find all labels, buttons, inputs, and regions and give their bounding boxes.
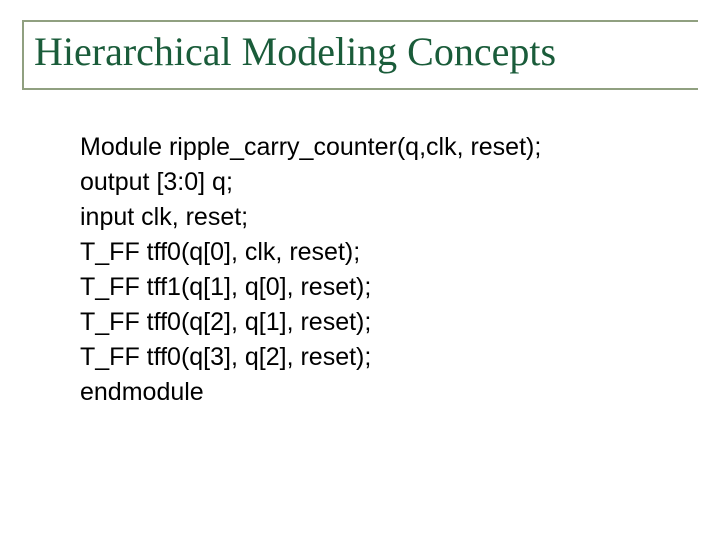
code-line: endmodule bbox=[80, 375, 698, 410]
code-block: Module ripple_carry_counter(q,clk, reset… bbox=[80, 130, 698, 410]
code-line: T_FF tff0(q[3], q[2], reset); bbox=[80, 340, 698, 375]
code-line: output [3:0] q; bbox=[80, 165, 698, 200]
code-line: Module ripple_carry_counter(q,clk, reset… bbox=[80, 130, 698, 165]
title-container: Hierarchical Modeling Concepts bbox=[22, 20, 698, 90]
code-line: T_FF tff1(q[1], q[0], reset); bbox=[80, 270, 698, 305]
code-line: T_FF tff0(q[0], clk, reset); bbox=[80, 235, 698, 270]
code-line: input clk, reset; bbox=[80, 200, 698, 235]
code-line: T_FF tff0(q[2], q[1], reset); bbox=[80, 305, 698, 340]
slide-title: Hierarchical Modeling Concepts bbox=[34, 30, 698, 74]
slide: Hierarchical Modeling Concepts Module ri… bbox=[0, 0, 720, 540]
